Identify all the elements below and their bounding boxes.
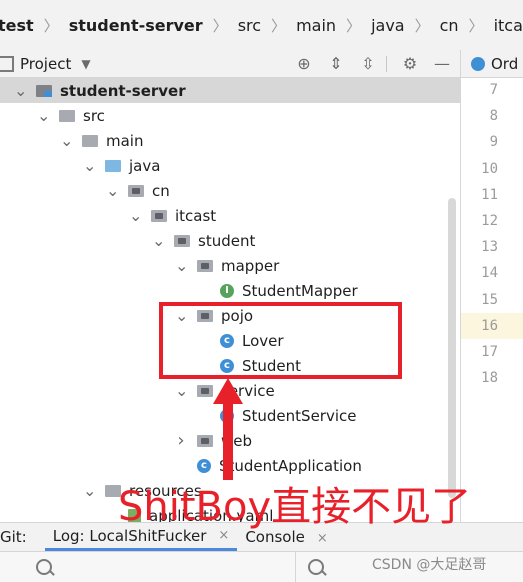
tree-node[interactable]: ⌄ src bbox=[0, 103, 460, 128]
tree-node[interactable]: ⌄ main bbox=[0, 128, 460, 153]
breadcrumb-item[interactable]: main bbox=[294, 16, 338, 35]
line-number: 16 bbox=[461, 312, 523, 339]
git-tool-label: Git: bbox=[0, 528, 35, 546]
tree-node[interactable]: ⌄ java bbox=[0, 153, 460, 178]
project-view-selector[interactable]: Project ▼ bbox=[0, 55, 91, 73]
tree-node-label: student bbox=[198, 231, 256, 250]
spring-app-icon: c bbox=[197, 458, 211, 473]
package-icon bbox=[197, 434, 213, 447]
tree-node-label: StudentMapper bbox=[242, 281, 358, 300]
package-icon bbox=[151, 209, 167, 222]
breadcrumb-separator-icon: 〉 bbox=[468, 16, 484, 35]
tree-node-label: cn bbox=[152, 181, 170, 200]
line-number-gutter: 7 8 9 10 11 12 13 14 15 16 17 18 bbox=[461, 77, 523, 391]
chevron-down-icon[interactable]: ⌄ bbox=[37, 107, 50, 123]
breadcrumb-item[interactable]: test bbox=[0, 16, 36, 35]
chevron-down-icon[interactable]: ⌄ bbox=[175, 382, 188, 398]
interface-icon: I bbox=[220, 283, 234, 298]
line-number: 15 bbox=[481, 291, 498, 308]
line-number: 10 bbox=[481, 160, 498, 177]
line-number: 11 bbox=[481, 186, 498, 203]
breadcrumb-item[interactable]: src bbox=[236, 16, 263, 35]
gear-icon[interactable]: ⚙ bbox=[398, 50, 422, 77]
line-number: 8 bbox=[489, 108, 498, 125]
watermark: CSDN @大足赵哥 bbox=[372, 557, 487, 573]
breadcrumb-item[interactable]: itcast bbox=[492, 16, 523, 35]
chevron-down-icon[interactable]: ⌄ bbox=[83, 482, 96, 498]
breadcrumb-separator-icon: 〉 bbox=[212, 16, 228, 35]
tree-node[interactable]: ⌄ student bbox=[0, 228, 460, 253]
project-panel-header: Project ▼ ⊕ ⇕ ⇳ ⚙ — bbox=[0, 50, 460, 78]
chevron-down-icon[interactable]: ⌄ bbox=[60, 132, 73, 148]
chevron-down-icon[interactable]: ⌄ bbox=[83, 157, 96, 173]
breadcrumb-item[interactable]: student-server bbox=[67, 16, 205, 35]
close-icon[interactable]: × bbox=[317, 531, 328, 546]
tree-node-label: java bbox=[129, 156, 161, 175]
chevron-down-icon[interactable]: ⌄ bbox=[175, 257, 188, 273]
breadcrumb-separator-icon: 〉 bbox=[271, 16, 287, 35]
project-panel-title: Project bbox=[20, 54, 72, 73]
tree-node-label: student-server bbox=[60, 81, 186, 100]
tree-node[interactable]: ⌄ mapper bbox=[0, 253, 460, 278]
annotation-text: ShitBoy直接不见了 bbox=[118, 484, 472, 530]
line-number: 7 bbox=[489, 82, 498, 98]
breadcrumb-separator-icon: 〉 bbox=[414, 16, 430, 35]
chevron-down-icon[interactable]: ⌄ bbox=[106, 182, 119, 198]
line-number: 12 bbox=[481, 212, 498, 229]
scrollbar-thumb[interactable] bbox=[448, 198, 456, 498]
package-icon bbox=[197, 384, 213, 397]
annotation-arrow bbox=[213, 378, 243, 480]
package-icon bbox=[128, 184, 144, 197]
breadcrumb-separator-icon: 〉 bbox=[346, 16, 362, 35]
tree-node[interactable]: ⌄ itcast bbox=[0, 203, 460, 228]
tree-node[interactable]: I StudentMapper bbox=[0, 278, 460, 303]
tree-node[interactable]: ⌄ cn bbox=[0, 178, 460, 203]
tree-node-label: main bbox=[106, 131, 144, 150]
tree-node-label: mapper bbox=[221, 256, 280, 275]
line-number: 18 bbox=[481, 370, 498, 387]
highlight-box bbox=[159, 302, 402, 379]
folder-icon bbox=[105, 159, 121, 172]
line-number: 14 bbox=[481, 265, 498, 282]
chevron-down-icon[interactable]: ⌄ bbox=[152, 232, 165, 248]
package-icon bbox=[197, 259, 213, 272]
chevron-down-icon[interactable]: ⌄ bbox=[129, 207, 142, 223]
breadcrumb: test 〉 student-server 〉 src 〉 main 〉 java 〉 cn 〉 itc… bbox=[0, 0, 523, 51]
tree-node-label: src bbox=[83, 106, 105, 125]
search-icon[interactable] bbox=[36, 559, 52, 575]
chevron-down-icon[interactable]: ⌄ bbox=[14, 82, 27, 98]
module-icon bbox=[36, 84, 52, 97]
expand-all-icon[interactable]: ⇕ bbox=[324, 50, 348, 77]
line-number: 13 bbox=[481, 239, 498, 256]
folder-icon bbox=[59, 109, 75, 122]
collapse-all-icon[interactable]: ⇳ bbox=[356, 50, 380, 77]
search-icon[interactable] bbox=[308, 559, 324, 575]
class-icon bbox=[471, 56, 485, 71]
line-number: 9 bbox=[489, 134, 498, 151]
minimize-icon[interactable]: — bbox=[430, 50, 454, 77]
editor-tab-label: Ord bbox=[491, 54, 519, 73]
divider bbox=[295, 552, 296, 582]
package-icon bbox=[174, 234, 190, 247]
tree-node[interactable]: ⌄ student-server bbox=[0, 78, 460, 103]
tree-node-label: itcast bbox=[175, 206, 217, 225]
tree-node-label: StudentService bbox=[242, 406, 357, 425]
toolbar-divider bbox=[386, 56, 387, 72]
breadcrumb-separator-icon: 〉 bbox=[43, 16, 59, 35]
chevron-right-icon[interactable]: › bbox=[175, 431, 187, 449]
tree-scrollbar[interactable] bbox=[447, 88, 457, 498]
line-number: 17 bbox=[481, 343, 498, 360]
breadcrumb-item[interactable]: java bbox=[369, 16, 407, 35]
project-window-icon bbox=[0, 55, 14, 72]
editor-tab[interactable]: Ord bbox=[461, 50, 523, 78]
breadcrumb-item[interactable]: cn bbox=[438, 16, 461, 35]
folder-icon bbox=[82, 134, 98, 147]
chevron-down-icon[interactable]: ▼ bbox=[81, 57, 90, 71]
tool-tab-label: Git: bbox=[0, 528, 27, 546]
locate-icon[interactable]: ⊕ bbox=[292, 50, 316, 77]
editor-pane[interactable]: Ord 7 8 9 10 11 12 13 14 15 16 17 18 bbox=[460, 50, 523, 530]
